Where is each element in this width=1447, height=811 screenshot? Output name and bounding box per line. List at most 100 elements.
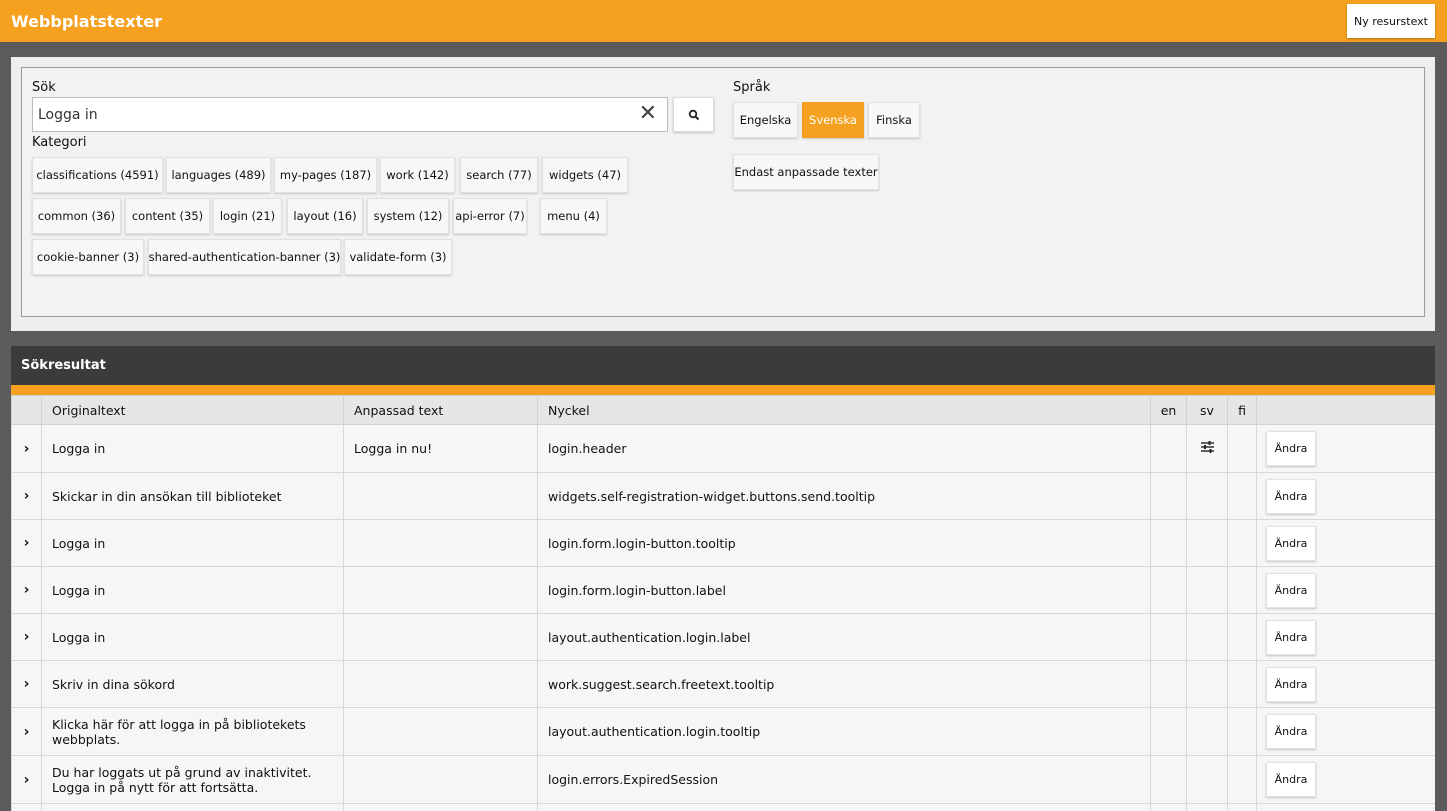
- cell-fi: [1227, 566, 1257, 614]
- edit-button[interactable]: Ändra: [1266, 762, 1316, 797]
- edit-button[interactable]: Ändra: [1266, 666, 1316, 702]
- expand-row-chevron-icon[interactable]: ›: [11, 707, 42, 756]
- cell-sv: [1186, 755, 1228, 804]
- cell-actions: Ändra: [1256, 566, 1435, 614]
- table-header-row: Originaltext Anpassad text Nyckel en sv …: [11, 395, 1435, 425]
- expand-row-chevron-icon[interactable]: ›: [11, 472, 42, 520]
- new-resource-text-button[interactable]: Ny resurstext: [1347, 4, 1435, 38]
- page-title: Webbplatstexter: [11, 12, 162, 31]
- cell-original-text: Skickar in din ansökan till biblioteket: [41, 472, 344, 520]
- cell-custom-text: [343, 707, 538, 756]
- cell-key: work.suggest.search.freetext.tooltip: [537, 660, 1151, 708]
- column-header-en[interactable]: en: [1150, 395, 1187, 425]
- table-row[interactable]: [11, 803, 1435, 811]
- table-row[interactable]: › Logga in Logga in nu! login.header Ändra: [11, 424, 1435, 473]
- search-input[interactable]: [38, 105, 618, 125]
- expand-row-chevron-icon[interactable]: ›: [11, 660, 42, 708]
- table-row[interactable]: › Logga in login.form.login-button.tooltip…: [11, 519, 1435, 567]
- cell-fi: [1227, 472, 1257, 520]
- expand-row-chevron-icon[interactable]: ›: [11, 519, 42, 567]
- category-chip[interactable]: my-pages (187): [274, 157, 377, 193]
- expand-row-chevron-icon[interactable]: [11, 803, 42, 811]
- cell-key: login.header: [537, 424, 1151, 473]
- cell-original-text: Logga in: [41, 424, 344, 473]
- expand-row-chevron-icon[interactable]: ›: [11, 755, 42, 804]
- category-chip[interactable]: search (77): [460, 157, 538, 193]
- cell-en: [1150, 613, 1187, 661]
- results-panel: Sökresultat Originaltext Anpassad text N…: [11, 346, 1435, 811]
- category-chip[interactable]: menu (4): [540, 198, 607, 234]
- cell-sv: [1186, 613, 1228, 661]
- sliders-icon[interactable]: [1200, 441, 1214, 453]
- category-chip[interactable]: shared-authentication-banner (3): [148, 239, 341, 275]
- results-title: Sökresultat: [21, 358, 106, 373]
- column-header-original[interactable]: Originaltext: [41, 395, 344, 425]
- cell-custom-text: [343, 519, 538, 567]
- search-field[interactable]: ✕: [32, 97, 668, 132]
- cell-sv: [1186, 660, 1228, 708]
- language-english-button[interactable]: Engelska: [733, 102, 798, 138]
- cell-key: login.form.login-button.tooltip: [537, 519, 1151, 567]
- cell-en: [1150, 424, 1187, 473]
- cell-custom-text: [343, 566, 538, 614]
- cell-original-text: Logga in: [41, 519, 344, 567]
- edit-button[interactable]: Ändra: [1266, 714, 1316, 749]
- category-chip[interactable]: content (35): [125, 198, 210, 234]
- cell-sv: [1186, 566, 1228, 614]
- search-button[interactable]: [673, 97, 714, 132]
- table-row[interactable]: › Skickar in din ansökan till biblioteket…: [11, 472, 1435, 520]
- top-bar: Webbplatstexter Ny resurstext: [0, 0, 1447, 42]
- table-row[interactable]: › Logga in layout.authentication.login.lab…: [11, 613, 1435, 661]
- table-row[interactable]: › Skriv in dina sökord work.suggest.search…: [11, 660, 1435, 708]
- category-chip[interactable]: languages (489): [166, 157, 271, 193]
- expand-row-chevron-icon[interactable]: ›: [11, 613, 42, 661]
- category-chip[interactable]: cookie-banner (3): [32, 239, 144, 275]
- language-finnish-button[interactable]: Finska: [868, 102, 920, 138]
- expand-row-chevron-icon[interactable]: ›: [11, 566, 42, 614]
- cell-key: [537, 803, 1151, 811]
- cell-en: [1150, 472, 1187, 520]
- table-row[interactable]: › Klicka här för att logga in på bibliote…: [11, 707, 1435, 756]
- cell-key: login.form.login-button.label: [537, 566, 1151, 614]
- cell-actions: Ändra: [1256, 472, 1435, 520]
- column-header-fi[interactable]: fi: [1227, 395, 1257, 425]
- category-chip[interactable]: system (12): [367, 198, 449, 234]
- category-label: Kategori: [32, 135, 87, 150]
- cell-sv: [1186, 707, 1228, 756]
- edit-button[interactable]: Ändra: [1266, 619, 1316, 655]
- category-chip[interactable]: login (21): [213, 198, 282, 234]
- clear-icon[interactable]: ✕: [639, 103, 657, 125]
- category-chip[interactable]: validate-form (3): [344, 239, 452, 275]
- table-row[interactable]: › Du har loggats ut på grund av inaktivit…: [11, 755, 1435, 804]
- cell-fi: [1227, 519, 1257, 567]
- cell-fi: [1227, 613, 1257, 661]
- category-chip[interactable]: classifications (4591): [32, 157, 163, 193]
- expand-row-chevron-icon[interactable]: ›: [11, 424, 42, 473]
- edit-button[interactable]: Ändra: [1266, 525, 1316, 561]
- filter-panel: Sök ✕ Kategori classifications (4591) la…: [11, 57, 1435, 331]
- edit-button[interactable]: Ändra: [1266, 431, 1316, 466]
- column-header-key[interactable]: Nyckel: [537, 395, 1151, 425]
- language-swedish-button[interactable]: Svenska: [802, 102, 864, 138]
- category-chip[interactable]: common (36): [32, 198, 121, 234]
- table-row[interactable]: › Logga in login.form.login-button.label Än…: [11, 566, 1435, 614]
- custom-texts-only-toggle[interactable]: Endast anpassade texter: [733, 154, 879, 190]
- category-chip[interactable]: layout (16): [287, 198, 363, 234]
- cell-original-text: Logga in: [41, 613, 344, 661]
- cell-en: [1150, 755, 1187, 804]
- category-chip[interactable]: work (142): [380, 157, 455, 193]
- edit-button[interactable]: Ändra: [1266, 478, 1316, 514]
- column-header-custom[interactable]: Anpassad text: [343, 395, 538, 425]
- cell-custom-text: [343, 660, 538, 708]
- cell-sv: [1186, 424, 1228, 473]
- cell-original-text: Skriv in dina sökord: [41, 660, 344, 708]
- column-header-sv[interactable]: sv: [1186, 395, 1228, 425]
- category-chip[interactable]: api-error (7): [453, 198, 527, 234]
- edit-button[interactable]: Ändra: [1266, 572, 1316, 608]
- cell-custom-text: [343, 755, 538, 804]
- cell-actions: Ändra: [1256, 707, 1435, 756]
- cell-original-text: Du har loggats ut på grund av inaktivite…: [41, 755, 344, 804]
- category-chip[interactable]: widgets (47): [542, 157, 628, 193]
- actions-column-header: [1256, 395, 1435, 425]
- search-icon: [688, 109, 699, 120]
